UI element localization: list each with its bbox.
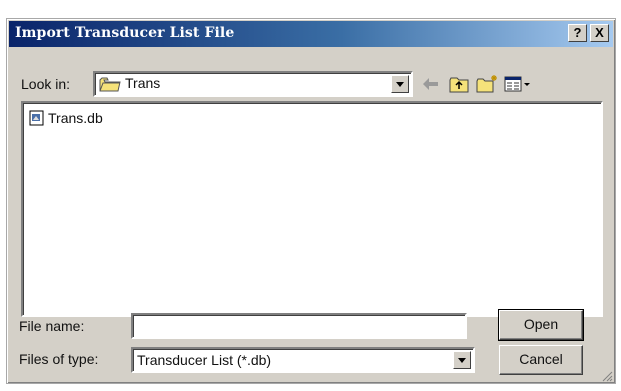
cancel-button[interactable]: Cancel [499,345,583,375]
open-button[interactable]: Open [498,309,584,341]
title-bar[interactable]: Import Transducer List File ? X [9,21,613,47]
lookin-label: Look in: [21,76,71,92]
list-item[interactable]: Trans.db [29,109,103,127]
close-button[interactable]: X [590,24,609,42]
dialog-title: Import Transducer List File [15,25,235,41]
filename-label: File name: [19,318,85,334]
file-list[interactable]: Trans.db [21,101,603,317]
up-folder-icon[interactable] [447,73,471,95]
filetype-combobox[interactable]: Transducer List (*.db) [131,347,475,373]
filetype-label: Files of type: [19,351,99,367]
filename-input[interactable] [131,313,467,339]
view-menu-icon[interactable] [503,73,533,95]
filetype-dropdown-button[interactable] [453,351,471,369]
lookin-value: Trans [125,75,161,91]
lookin-combobox[interactable]: Trans [93,71,413,97]
help-button[interactable]: ? [568,24,587,42]
folder-icon [99,76,121,95]
database-file-icon [29,110,45,126]
file-name: Trans.db [48,110,103,126]
import-dialog: Import Transducer List File ? X Look in:… [6,18,616,384]
new-folder-icon[interactable] [475,73,499,95]
resize-grip-icon[interactable] [601,369,613,382]
filetype-value: Transducer List (*.db) [137,352,272,368]
back-arrow-icon[interactable] [419,73,443,95]
lookin-dropdown-button[interactable] [391,75,409,93]
